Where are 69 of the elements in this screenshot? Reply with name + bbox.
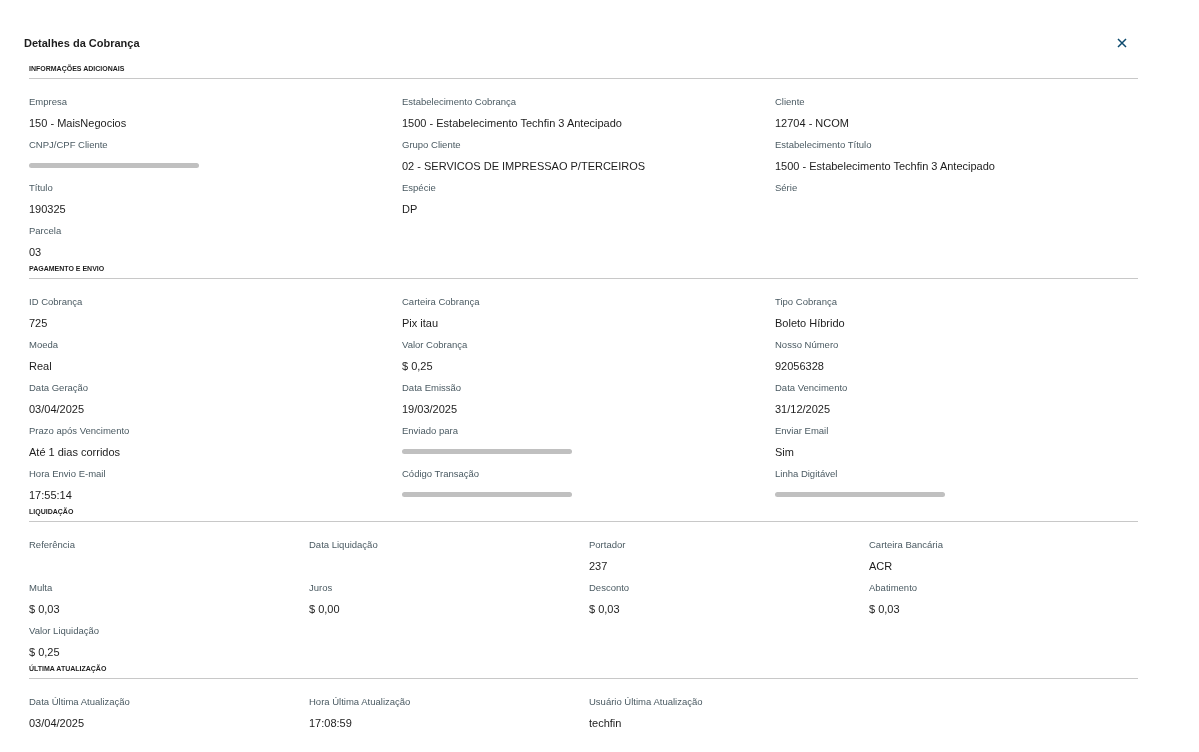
field-label: Referência [29,539,75,551]
field-label: Empresa [29,96,67,108]
field-label: Portador [589,539,626,551]
field-label: Multa [29,582,53,594]
field-value: $ 0,25 [402,359,433,373]
field-value: 17:55:14 [29,488,72,502]
field-value: 725 [29,316,48,330]
field-label: Linha Digitável [775,468,838,480]
field-label: Data Emissão [402,382,462,394]
field-value: 19/03/2025 [402,402,458,416]
field-value: 02 - SERVICOS DE IMPRESSAO P/TERCEIROS [402,159,646,173]
field-value: 150 - MaisNegocios [29,116,127,130]
field-label: Estabelecimento Cobrança [402,96,517,108]
field-value: $ 0,03 [29,602,60,616]
field-value: 237 [589,559,608,573]
field-label: Enviado para [402,425,458,437]
close-button[interactable] [1115,36,1129,50]
field-value: 1500 - Estabelecimento Techfin 3 Antecipado [775,159,995,173]
field-label: Estabelecimento Título [775,139,872,151]
field-value: ACR [869,559,893,573]
field-label: Código Transação [402,468,480,480]
field-value: 03 [29,245,42,259]
field-label: Hora Última Atualização [309,696,411,708]
field-label: Tipo Cobrança [775,296,837,308]
dialog-title: Detalhes da Cobrança [24,35,140,51]
field-label: Data Liquidação [309,539,378,551]
field-label: Valor Cobrança [402,339,468,351]
field-label: Cliente [775,96,805,108]
field-label: Grupo Cliente [402,139,461,151]
field-label: Desconto [589,582,630,594]
field-label: Prazo após Vencimento [29,425,130,437]
field-value: 03/04/2025 [29,716,85,730]
field-value: $ 0,00 [309,602,340,616]
field-label: Carteira Bancária [869,539,943,551]
field-label: Usuário Última Atualização [589,696,703,708]
field-label: Data Geração [29,382,89,394]
field-label: Data Última Atualização [29,696,130,708]
field-label: Parcela [29,225,62,237]
field-value: 31/12/2025 [775,402,831,416]
field-value: DP [402,202,418,216]
field-label: Nosso Número [775,339,839,351]
field-value: 1500 - Estabelecimento Techfin 3 Antecipado [402,116,622,130]
field-label: Enviar Email [775,425,829,437]
field-label: Valor Liquidação [29,625,100,637]
field-value: Boleto Híbrido [775,316,845,330]
field-label: Juros [309,582,333,594]
field-label: Carteira Cobrança [402,296,480,308]
field-value: techfin [589,716,622,730]
field-label: Título [29,182,53,194]
field-value: 92056328 [775,359,824,373]
field-label: Moeda [29,339,59,351]
field-label: Data Vencimento [775,382,848,394]
field-label: Espécie [402,182,436,194]
field-value: $ 0,03 [869,602,900,616]
field-label: CNPJ/CPF Cliente [29,139,108,151]
field-value: $ 0,03 [589,602,620,616]
field-value: 12704 - NCOM [775,116,849,130]
field-value: 03/04/2025 [29,402,85,416]
field-value: 190325 [29,202,66,216]
field-value: Real [29,359,52,373]
field-value: Pix itau [402,316,439,330]
field-label: Série [775,182,798,194]
field-value: Até 1 dias corridos [29,445,121,459]
field-label: ID Cobrança [29,296,83,308]
field-label: Hora Envio E-mail [29,468,106,480]
field-label: Abatimento [869,582,918,594]
field-value: $ 0,25 [29,645,60,659]
field-value: Sim [775,445,794,459]
field-value: 17:08:59 [309,716,352,730]
